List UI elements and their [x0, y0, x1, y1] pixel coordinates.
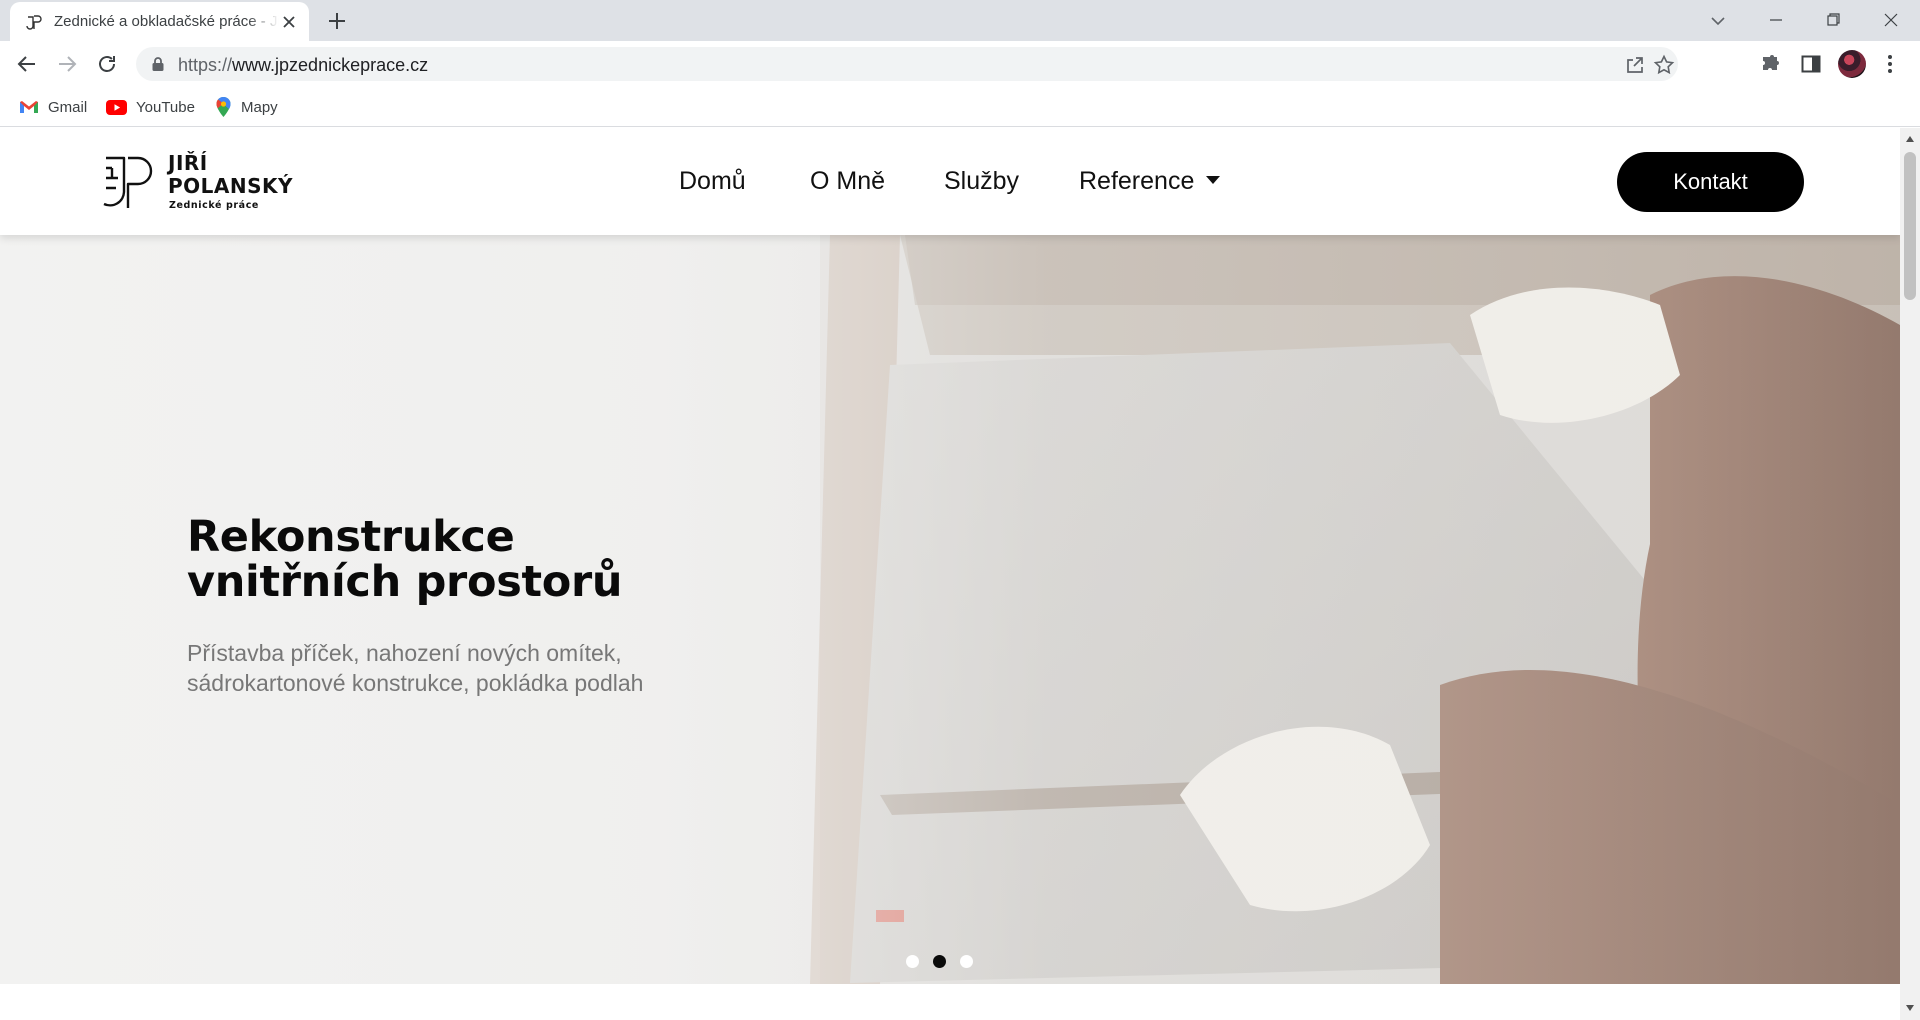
nav-item-sluzby[interactable]: Služby [944, 167, 1019, 196]
site-favicon-icon [26, 15, 42, 30]
lock-icon[interactable] [151, 56, 165, 72]
nav-item-reference[interactable]: Reference [1079, 167, 1221, 196]
slider-dots [0, 955, 1900, 969]
page-scrollbar[interactable] [1900, 128, 1920, 1020]
jp-monogram-logo-icon [103, 156, 153, 208]
logo-name: JIŘÍ POLANSKÝ [168, 151, 294, 198]
scrollbar-thumb[interactable] [1904, 152, 1916, 300]
bookmark-youtube[interactable]: YouTube [106, 95, 195, 119]
slider-dot-3[interactable] [960, 955, 973, 968]
profile-avatar[interactable] [1838, 50, 1866, 78]
page-viewport: JIŘÍ POLANSKÝ Zednické práce Domů O Mně … [0, 128, 1900, 1020]
browser-tab-active[interactable]: Zednické a obkladačské práce - Jiří Pola… [10, 2, 309, 41]
gmail-icon [20, 101, 38, 113]
window-close-icon[interactable] [1879, 8, 1903, 32]
bookmark-gmail[interactable]: Gmail [19, 95, 87, 119]
tab-search-chevron-icon[interactable] [1708, 11, 1728, 31]
back-arrow-icon[interactable] [14, 51, 40, 77]
extensions-puzzle-icon[interactable] [1759, 52, 1783, 76]
hero-overlay [0, 235, 1900, 984]
scroll-up-arrow-icon[interactable] [1905, 135, 1915, 143]
logo-tagline: Zednické práce [169, 200, 259, 211]
maps-icon [216, 96, 231, 117]
forward-arrow-icon[interactable] [54, 51, 80, 77]
tab-title: Zednické a obkladačské práce - Jiří Pola… [54, 13, 279, 30]
nav-item-o-mne[interactable]: O Mně [810, 167, 885, 196]
nav-item-domu[interactable]: Domů [679, 167, 746, 196]
scroll-down-arrow-icon[interactable] [1905, 1004, 1915, 1012]
address-bar[interactable]: https://www.jpzednickeprace.cz [136, 47, 1678, 81]
window-minimize-icon[interactable] [1764, 8, 1788, 32]
browser-toolbar: https://www.jpzednickeprace.cz [0, 41, 1920, 87]
bookmarks-bar: Gmail YouTube Mapy [0, 87, 1920, 127]
browser-menu-icon[interactable] [1887, 53, 1893, 75]
browser-tab-strip: Zednické a obkladačské práce - Jiří Pola… [0, 0, 1920, 41]
new-tab-plus-icon[interactable] [326, 10, 348, 32]
hero-title: Rekonstrukce vnitřních prostorů [187, 512, 623, 607]
hero-subtitle: Přístavba příček, nahození nových omítek… [187, 640, 644, 696]
site-logo[interactable]: JIŘÍ POLANSKÝ Zednické práce [102, 152, 332, 214]
bookmark-star-icon[interactable] [1653, 54, 1675, 76]
site-header: JIŘÍ POLANSKÝ Zednické práce Domů O Mně … [0, 128, 1900, 235]
reload-icon[interactable] [94, 51, 120, 77]
youtube-icon [106, 99, 127, 115]
hero-slider: Rekonstrukce vnitřních prostorů Přístavb… [0, 235, 1900, 984]
url-text[interactable]: https://www.jpzednickeprace.cz [178, 55, 428, 76]
window-restore-icon[interactable] [1821, 8, 1845, 32]
slider-dot-1[interactable] [906, 955, 919, 968]
slider-dot-2[interactable] [933, 955, 946, 968]
contact-button[interactable]: Kontakt [1617, 152, 1804, 212]
tab-close-icon[interactable] [280, 13, 298, 31]
side-panel-icon[interactable] [1799, 52, 1823, 76]
bookmark-maps[interactable]: Mapy [215, 95, 278, 119]
share-icon[interactable] [1624, 54, 1646, 76]
caret-down-icon [1206, 176, 1221, 185]
